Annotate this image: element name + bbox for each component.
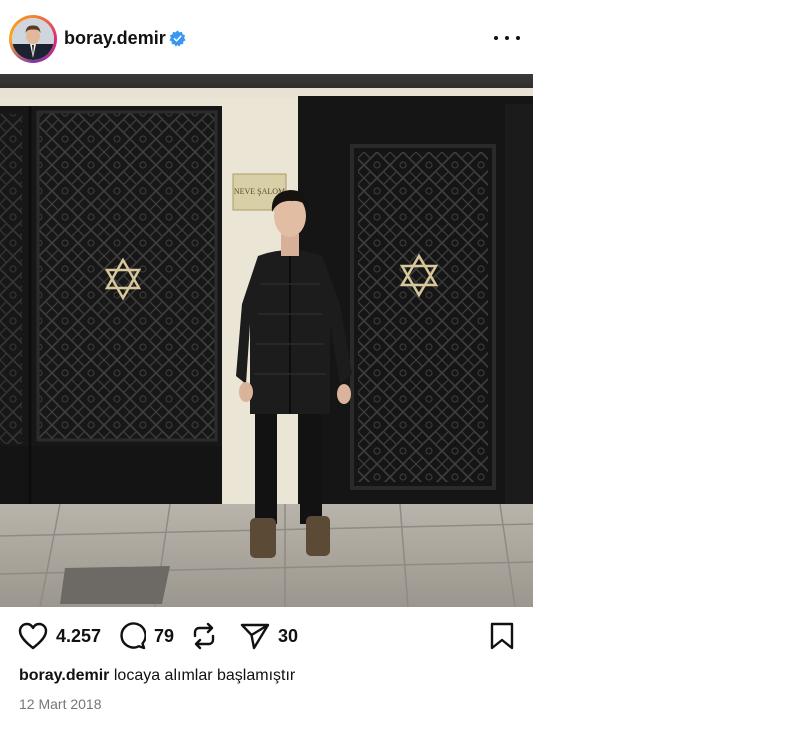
post-caption: boray.demir locaya alımlar başlamıştır [19,667,295,685]
likes-count: 4.257 [56,625,102,646]
repost-button[interactable] [190,622,218,650]
comment-icon[interactable] [118,622,146,650]
comment-button[interactable]: 79 [118,622,174,650]
comments-count: 79 [154,625,175,646]
header-username[interactable]: boray.demir [64,28,166,49]
like-button[interactable]: 4.257 [18,622,101,650]
post-card: boray.demir NEVE ŞALOM 4.257 79 30 boray… [0,0,533,729]
send-icon[interactable] [240,622,270,650]
heart-icon[interactable] [18,622,48,650]
more-options-icon[interactable] [494,26,520,50]
verified-badge-icon [169,30,186,47]
caption-username[interactable]: boray.demir [19,667,109,684]
shares-count: 30 [278,625,299,646]
post-photo[interactable]: NEVE ŞALOM [0,74,533,607]
post-header: boray.demir [0,0,533,74]
share-button[interactable]: 30 [240,622,298,650]
caption-text: locaya alımlar başlamıştır [113,667,296,684]
avatar[interactable] [12,18,54,60]
avatar-story-ring[interactable] [9,15,57,63]
bookmark-icon[interactable] [490,622,514,650]
save-button[interactable] [490,622,514,650]
post-actions: 4.257 79 30 [0,607,533,665]
repost-icon[interactable] [190,622,218,650]
post-date[interactable]: 12 Mart 2018 [19,696,102,712]
